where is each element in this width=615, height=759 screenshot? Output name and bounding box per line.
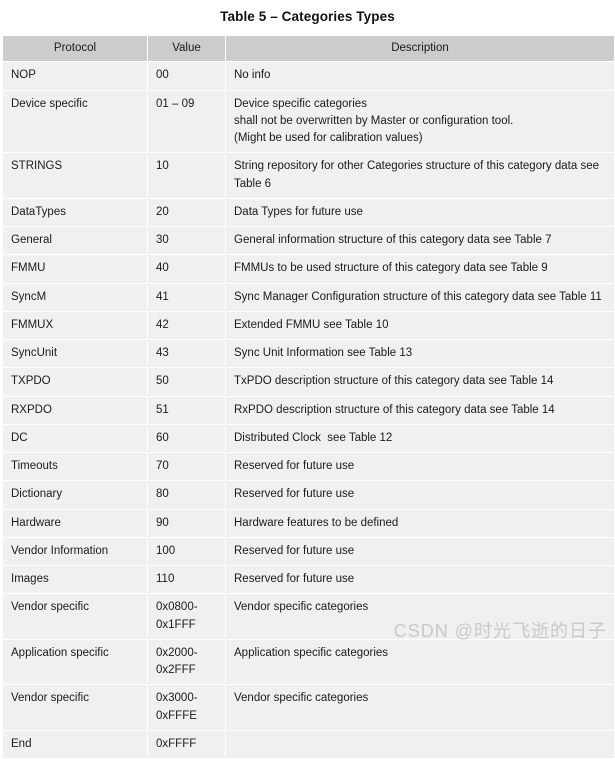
cell-value: 01 – 09	[148, 90, 225, 153]
cell-description	[226, 730, 614, 759]
table-row: DataTypes 20 Data Types for future use	[3, 198, 614, 227]
table-row: FMMU 40 FMMUs to be used structure of th…	[3, 255, 614, 283]
cell-description: Vendor specific categories	[226, 685, 614, 730]
table-row: STRINGS 10 String repository for other C…	[3, 153, 614, 198]
cell-value: 0x3000- 0xFFFE	[148, 685, 225, 730]
table-row: NOP 00 No info	[3, 62, 614, 90]
table-row: General 30 General information structure…	[3, 227, 614, 255]
table-row: FMMUX 42 Extended FMMU see Table 10	[3, 311, 614, 340]
cell-description: FMMUs to be used structure of this categ…	[226, 255, 614, 283]
cell-value: 42	[148, 311, 225, 340]
cell-value: 10	[148, 153, 225, 198]
cell-description: Data Types for future use	[226, 198, 614, 227]
table-row: Hardware 90 Hardware features to be defi…	[3, 509, 614, 537]
cell-value: 60	[148, 424, 225, 453]
cell-description: Distributed Clock see Table 12	[226, 424, 614, 453]
table-row: RXPDO 51 RxPDO description structure of …	[3, 396, 614, 424]
table-row: Timeouts 70 Reserved for future use	[3, 453, 614, 481]
cell-value: 41	[148, 283, 225, 311]
cell-description: RxPDO description structure of this cate…	[226, 396, 614, 424]
cell-description: General information structure of this ca…	[226, 227, 614, 255]
table-row: Dictionary 80 Reserved for future use	[3, 481, 614, 509]
cell-protocol: DC	[3, 424, 147, 453]
cell-protocol: Vendor specific	[3, 685, 147, 730]
column-header-description: Description	[226, 35, 614, 62]
cell-protocol: NOP	[3, 62, 147, 90]
cell-value: 00	[148, 62, 225, 90]
table-row: Vendor specific 0x3000- 0xFFFE Vendor sp…	[3, 685, 614, 730]
cell-description: No info	[226, 62, 614, 90]
table-row: TXPDO 50 TxPDO description structure of …	[3, 368, 614, 396]
table-header: Protocol Value Description	[3, 35, 614, 62]
cell-value: 70	[148, 453, 225, 481]
document-page: Table 5 – Categories Types Protocol Valu…	[0, 0, 615, 759]
cell-value: 0x2000- 0x2FFF	[148, 639, 225, 685]
cell-description: String repository for other Categories s…	[226, 153, 614, 198]
cell-description: Device specific categories shall not be …	[226, 90, 614, 153]
table-header-row: Protocol Value Description	[3, 35, 614, 62]
cell-protocol: End	[3, 730, 147, 759]
cell-protocol: FMMUX	[3, 311, 147, 340]
cell-protocol: Images	[3, 566, 147, 594]
cell-value: 110	[148, 566, 225, 594]
cell-value: 51	[148, 396, 225, 424]
cell-description: Application specific categories	[226, 639, 614, 685]
cell-description: Hardware features to be defined	[226, 509, 614, 537]
cell-protocol: DataTypes	[3, 198, 147, 227]
cell-protocol: RXPDO	[3, 396, 147, 424]
cell-description: Reserved for future use	[226, 537, 614, 566]
table-row: DC 60 Distributed Clock see Table 12	[3, 424, 614, 453]
cell-protocol: Hardware	[3, 509, 147, 537]
column-header-value: Value	[148, 35, 225, 62]
cell-value: 50	[148, 368, 225, 396]
table-row: SyncM 41 Sync Manager Configuration stru…	[3, 283, 614, 311]
cell-protocol: Timeouts	[3, 453, 147, 481]
table-row: Images 110 Reserved for future use	[3, 566, 614, 594]
cell-value: 0x0800- 0x1FFF	[148, 594, 225, 639]
cell-protocol: STRINGS	[3, 153, 147, 198]
cell-description: Sync Unit Information see Table 13	[226, 340, 614, 368]
cell-protocol: Vendor specific	[3, 594, 147, 639]
cell-value: 80	[148, 481, 225, 509]
categories-types-table: Protocol Value Description NOP 00 No inf…	[2, 34, 615, 759]
cell-description: Sync Manager Configuration structure of …	[226, 283, 614, 311]
cell-description: Reserved for future use	[226, 453, 614, 481]
table-row: Application specific 0x2000- 0x2FFF Appl…	[3, 639, 614, 685]
cell-protocol: TXPDO	[3, 368, 147, 396]
cell-protocol: Device specific	[3, 90, 147, 153]
cell-protocol: Dictionary	[3, 481, 147, 509]
table-caption: Table 5 – Categories Types	[220, 9, 395, 24]
cell-protocol: FMMU	[3, 255, 147, 283]
cell-value: 30	[148, 227, 225, 255]
cell-description: Reserved for future use	[226, 481, 614, 509]
table-row: Device specific 01 – 09 Device specific …	[3, 90, 614, 153]
cell-protocol: General	[3, 227, 147, 255]
cell-description: TxPDO description structure of this cate…	[226, 368, 614, 396]
cell-value: 20	[148, 198, 225, 227]
cell-value: 90	[148, 509, 225, 537]
cell-value: 43	[148, 340, 225, 368]
cell-value: 100	[148, 537, 225, 566]
cell-value: 40	[148, 255, 225, 283]
cell-protocol: SyncUnit	[3, 340, 147, 368]
cell-protocol: Application specific	[3, 639, 147, 685]
cell-description: Vendor specific categories	[226, 594, 614, 639]
column-header-protocol: Protocol	[3, 35, 147, 62]
table-row: SyncUnit 43 Sync Unit Information see Ta…	[3, 340, 614, 368]
cell-protocol: SyncM	[3, 283, 147, 311]
cell-value: 0xFFFF	[148, 730, 225, 759]
table-row: End 0xFFFF	[3, 730, 614, 759]
cell-description: Extended FMMU see Table 10	[226, 311, 614, 340]
cell-description: Reserved for future use	[226, 566, 614, 594]
table-row: Vendor specific 0x0800- 0x1FFF Vendor sp…	[3, 594, 614, 639]
cell-protocol: Vendor Information	[3, 537, 147, 566]
table-body: NOP 00 No info Device specific 01 – 09 D…	[3, 62, 614, 759]
table-row: Vendor Information 100 Reserved for futu…	[3, 537, 614, 566]
